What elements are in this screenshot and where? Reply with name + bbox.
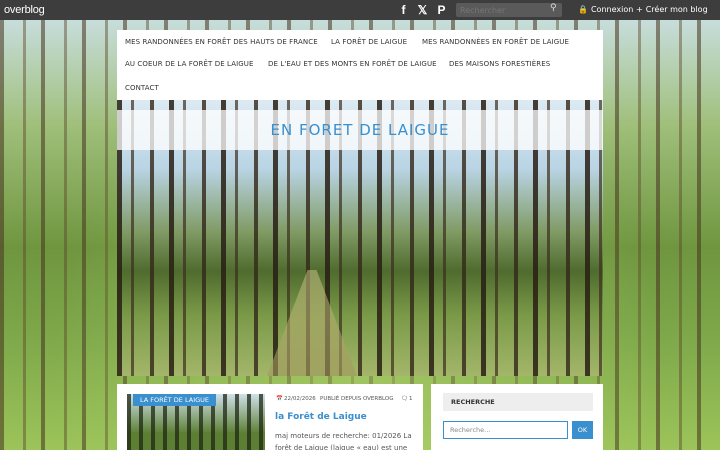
- lock-icon: 🔒: [578, 5, 588, 14]
- facebook-icon[interactable]: f: [398, 2, 409, 18]
- search-icon[interactable]: ⚲: [550, 3, 557, 13]
- title-band: EN FORET DE LAIGUE: [117, 110, 603, 150]
- calendar-icon: 📅: [276, 396, 283, 402]
- nav-item-randonnees-hauts-de-france[interactable]: MES RANDONNÉES EN FORÊT DES HAUTS DE FRA…: [125, 38, 318, 46]
- nav-item-maisons-forestieres[interactable]: DES MAISONS FORESTIÈRES: [449, 60, 550, 68]
- article-title[interactable]: la Forêt de Laigue: [275, 412, 367, 422]
- create-blog-label: Créer mon blog: [645, 5, 708, 14]
- overblog-topbar: overblog f 𝕏 P ⚲ 🔒 Connexion + Créer mon…: [0, 0, 720, 20]
- social-links: f 𝕏 P: [398, 2, 447, 18]
- article-comment-count[interactable]: 1: [409, 396, 413, 402]
- sidebar-search-input[interactable]: Recherche...: [443, 421, 568, 439]
- pinterest-icon[interactable]: P: [436, 2, 447, 18]
- nav-item-randonnees-laigue[interactable]: MES RANDONNÉES EN FORÊT DE LAIGUE: [422, 38, 569, 46]
- topbar-search-input[interactable]: [456, 3, 562, 17]
- sidebar-search-button[interactable]: OK: [572, 421, 593, 439]
- article-author: PUBLIÉ DEPUIS OVERBLOG: [320, 396, 394, 402]
- nav-item-foret-de-laigue[interactable]: LA FORÊT DE LAIGUE: [331, 38, 407, 46]
- article-category-tag[interactable]: LA FORÊT DE LAIGUE: [133, 394, 217, 406]
- article-excerpt: maj moteurs de recherche: 01/2026 La for…: [275, 432, 412, 450]
- nav-item-contact[interactable]: CONTACT: [125, 84, 159, 92]
- widget-title: RECHERCHE: [443, 393, 593, 411]
- overblog-logo[interactable]: overblog: [4, 4, 45, 16]
- x-icon[interactable]: 𝕏: [417, 2, 428, 18]
- nav-item-au-coeur[interactable]: AU COEUR DE LA FORÊT DE LAIGUE: [125, 60, 254, 68]
- login-link[interactable]: 🔒 Connexion: [578, 5, 633, 14]
- plus-icon: +: [636, 5, 643, 14]
- article-date: 22/02/2026: [284, 396, 316, 402]
- create-blog-link[interactable]: + Créer mon blog: [636, 5, 708, 14]
- main-nav: MES RANDONNÉES EN FORÊT DES HAUTS DE FRA…: [117, 30, 603, 100]
- site-title[interactable]: EN FORET DE LAIGUE: [271, 121, 450, 139]
- login-label: Connexion: [590, 5, 634, 14]
- comment-icon: 🗨: [401, 396, 408, 402]
- nav-item-eau-et-monts[interactable]: DE L'EAU ET DES MONTS EN FORÊT DE LAIGUE: [268, 60, 437, 68]
